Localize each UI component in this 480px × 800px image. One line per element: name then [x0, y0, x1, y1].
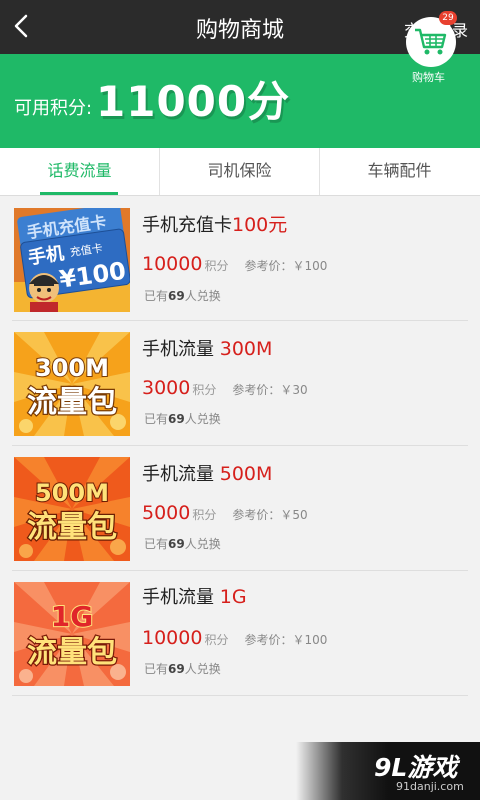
product-item[interactable]: 500M 流量包 手机流量 500M 5000 积分 参考价：￥50 已有69人兑换: [12, 446, 468, 571]
product-name: 手机充值卡100元: [142, 214, 288, 236]
tab-driver-insurance[interactable]: 司机保险: [160, 148, 319, 195]
svg-text:1G: 1G: [51, 600, 93, 633]
svg-text:500M: 500M: [35, 479, 109, 507]
product-item[interactable]: 手机充值卡 手机 充值卡 ¥100 手机充值卡100元 10000 积分 参考价：￥…: [12, 196, 468, 321]
product-points: 3000 积分 参考价：￥30: [142, 377, 308, 399]
points-banner: 可用积分: 11000分: [0, 54, 480, 148]
points-value: 11000分: [96, 77, 291, 126]
active-tab-indicator: [40, 192, 118, 195]
points-label: 可用积分:: [14, 98, 93, 119]
svg-text:流量包: 流量包: [27, 385, 117, 420]
cart-label: 购物车: [412, 71, 445, 84]
watermark-logo: 9L游戏: [374, 753, 458, 782]
product-points: 5000 积分 参考价：￥50: [142, 502, 308, 524]
product-image: 300M 流量包: [14, 332, 130, 436]
product-image: 500M 流量包: [14, 457, 130, 561]
product-item[interactable]: 300M 流量包 手机流量 300M 3000 积分 参考价：￥30 已有69人兑换: [12, 321, 468, 446]
product-points: 10000 积分 参考价：￥100: [142, 627, 328, 649]
redeem-count: 已有69人兑换: [144, 662, 221, 676]
svg-text:流量包: 流量包: [27, 635, 117, 670]
category-tabs: 话费流量 司机保险 车辆配件: [0, 148, 480, 196]
tab-phone-data[interactable]: 话费流量: [0, 148, 159, 195]
product-name: 手机流量 1G: [142, 586, 247, 608]
shopping-cart-icon: [415, 28, 447, 55]
product-points: 10000 积分 参考价：￥100: [142, 253, 328, 275]
product-image: 手机充值卡 手机 充值卡 ¥100: [14, 208, 130, 312]
cart-count-badge: 29: [439, 11, 457, 25]
svg-text:300M: 300M: [35, 354, 109, 382]
product-name: 手机流量 300M: [142, 338, 273, 360]
product-name: 手机流量 500M: [142, 463, 273, 485]
tab-vehicle-parts[interactable]: 车辆配件: [320, 148, 479, 195]
svg-text:流量包: 流量包: [27, 510, 117, 545]
redeem-count: 已有69人兑换: [144, 412, 221, 426]
redeem-count: 已有69人兑换: [144, 289, 221, 303]
watermark-url: 91danji.com: [396, 780, 464, 793]
redeem-count: 已有69人兑换: [144, 537, 221, 551]
product-item[interactable]: 1G 流量包 手机流量 1G 10000 积分 参考价：￥100 已有69人兑换: [12, 571, 468, 696]
product-image: 1G 流量包: [14, 582, 130, 686]
